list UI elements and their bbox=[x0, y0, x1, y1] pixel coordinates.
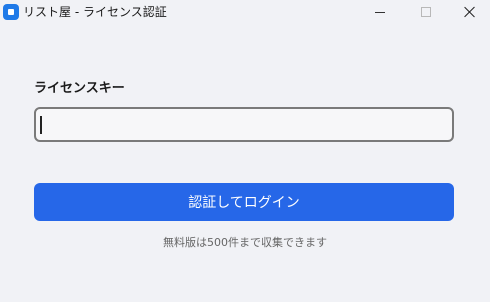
text-caret bbox=[40, 116, 42, 134]
maximize-icon bbox=[421, 7, 431, 17]
close-button[interactable] bbox=[447, 0, 490, 24]
maximize-button[interactable] bbox=[403, 0, 449, 24]
free-plan-note: 無料版は500件まで収集できます bbox=[163, 236, 327, 249]
app-logo-icon bbox=[3, 4, 19, 20]
minimize-button[interactable] bbox=[357, 0, 403, 24]
close-icon bbox=[464, 6, 476, 18]
window-title: リスト屋 - ライセンス認証 bbox=[23, 5, 167, 19]
minimize-icon bbox=[375, 11, 385, 13]
license-key-input[interactable] bbox=[34, 107, 454, 142]
title-bar: リスト屋 - ライセンス認証 bbox=[0, 0, 490, 24]
license-key-label: ライセンスキー bbox=[34, 81, 125, 96]
authenticate-login-button[interactable]: 認証してログイン bbox=[34, 183, 454, 221]
